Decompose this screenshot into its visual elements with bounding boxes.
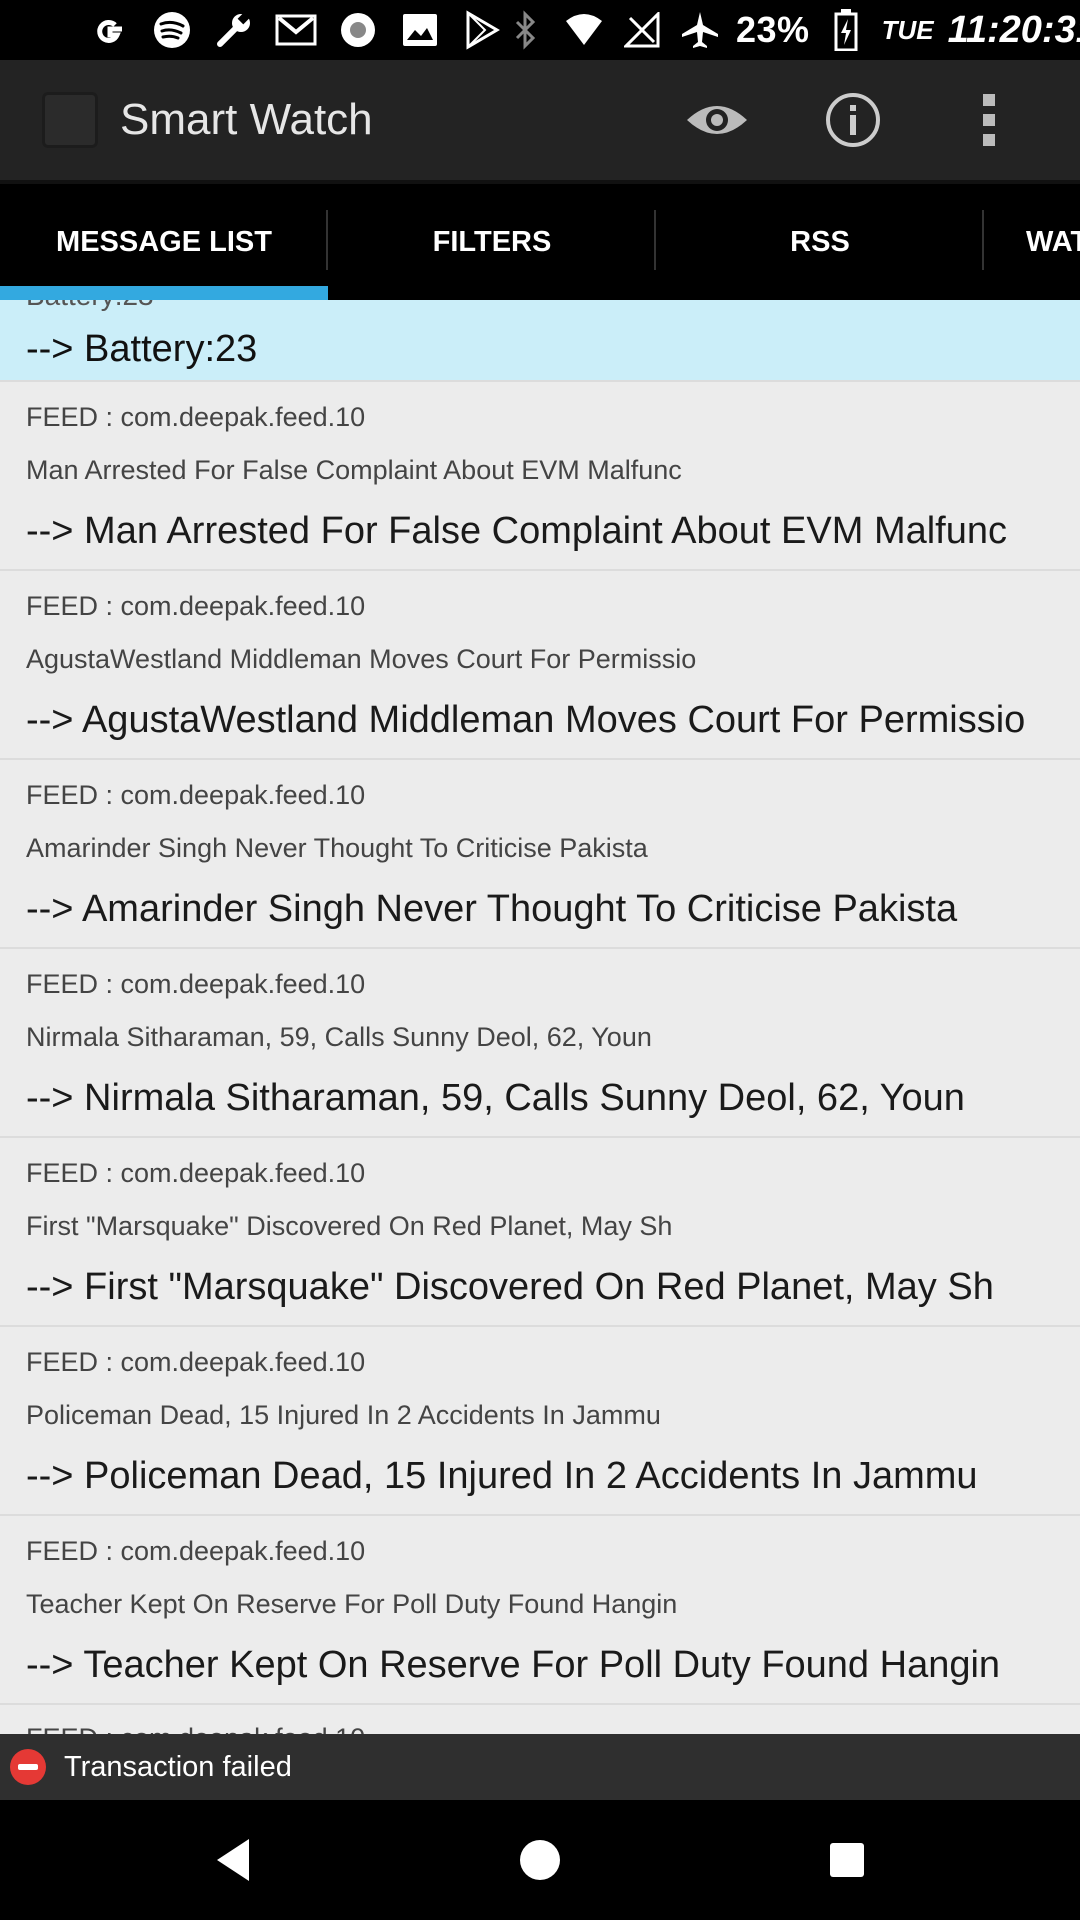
app-bar: Smart Watch (0, 60, 1080, 184)
message-list[interactable]: Battery:23 --> Battery:23 FEED : com.dee… (0, 300, 1080, 1734)
list-item[interactable]: Battery:23 --> Battery:23 (0, 300, 1080, 382)
list-item[interactable]: FEED : com.deepak.feed.10 First "Marsqua… (0, 1138, 1080, 1327)
list-item[interactable]: FEED : com.deepak.feed.10 Nirmala Sithar… (0, 949, 1080, 1138)
battery-charging-icon (824, 8, 868, 52)
snackbar: Transaction failed (0, 1734, 1080, 1800)
list-item[interactable]: FEED : com.deepak.feed.10 AgustaWestland… (0, 571, 1080, 760)
active-tab-indicator (0, 286, 328, 300)
list-item-main: --> Battery:23 (26, 328, 258, 370)
list-item-feed: FEED : com.deepak.feed.10 (26, 969, 366, 999)
record-icon (336, 8, 380, 52)
list-item-feed: FEED : com.deepak.feed.10 (26, 1347, 366, 1377)
tab-filters[interactable]: FILTERS (328, 184, 656, 300)
tab-label: FILTERS (432, 225, 552, 258)
list-item[interactable]: FEED : com.deepak.feed.10 Policeman Dead… (0, 1327, 1080, 1516)
list-item-subtitle: Policeman Dead, 15 Injured In 2 Accident… (26, 1400, 661, 1430)
list-item-main: --> Policeman Dead, 15 Injured In 2 Acci… (26, 1455, 978, 1497)
app-title: Smart Watch (120, 95, 373, 144)
list-item-subtitle: Amarinder Singh Never Thought To Critici… (26, 833, 648, 863)
status-bar: 23% TUE 11:20:31 (0, 0, 1080, 60)
list-item[interactable]: FEED : com.deepak.feed.10 Teacher Kept O… (0, 1516, 1080, 1705)
tab-message-list[interactable]: MESSAGE LIST (0, 184, 328, 300)
info-icon[interactable] (808, 75, 898, 165)
image-icon (398, 8, 442, 52)
wrench-icon (212, 8, 256, 52)
list-item-feed: FEED : com.deepak.feed.10 (26, 402, 366, 432)
home-icon[interactable] (495, 1815, 585, 1905)
list-item-main: --> Nirmala Sitharaman, 59, Calls Sunny … (26, 1077, 965, 1119)
back-icon[interactable] (188, 1815, 278, 1905)
bluetooth-icon (504, 8, 548, 52)
list-item-main: --> Teacher Kept On Reserve For Poll Dut… (26, 1644, 1001, 1686)
navigation-bar (0, 1800, 1080, 1920)
status-time: 11:20:31 (947, 8, 1080, 51)
list-item-feed: FEED : com.deepak.feed.10 (26, 1158, 366, 1188)
tab-watch[interactable]: WAT (984, 184, 1080, 300)
eye-icon[interactable] (672, 75, 762, 165)
list-item[interactable]: FEED : com.deepak.feed.10 (0, 1705, 1080, 1734)
list-item-subtitle: Teacher Kept On Reserve For Poll Duty Fo… (26, 1589, 678, 1619)
list-item-main: --> AgustaWestland Middleman Moves Court… (26, 699, 1026, 741)
tab-label: MESSAGE LIST (56, 225, 272, 258)
list-item-feed: FEED : com.deepak.feed.10 (26, 1705, 1054, 1734)
battery-percent: 23% (736, 9, 810, 50)
list-item-subtitle: Man Arrested For False Complaint About E… (26, 455, 682, 485)
airplane-icon (678, 8, 722, 52)
gmail-icon (274, 8, 318, 52)
list-item[interactable]: FEED : com.deepak.feed.10 Amarinder Sing… (0, 760, 1080, 949)
list-item-subtitle: AgustaWestland Middleman Moves Court For… (26, 644, 697, 674)
list-item-feed: FEED : com.deepak.feed.10 (26, 1536, 366, 1566)
list-item-feed: FEED : com.deepak.feed.10 (26, 591, 366, 621)
tab-label: RSS (790, 225, 850, 258)
tab-label: WAT (1026, 225, 1080, 258)
list-item-main: --> Man Arrested For False Complaint Abo… (26, 510, 1008, 552)
wifi-icon (562, 8, 606, 52)
list-item[interactable]: FEED : com.deepak.feed.10 Man Arrested F… (0, 382, 1080, 571)
list-item-feed: FEED : com.deepak.feed.10 (26, 780, 366, 810)
no-signal-icon (620, 8, 664, 52)
list-item-subtitle: First "Marsquake" Discovered On Red Plan… (26, 1211, 673, 1241)
tab-rss[interactable]: RSS (656, 184, 984, 300)
spotify-icon (150, 8, 194, 52)
play-store-icon (460, 8, 504, 52)
list-item-main: --> First "Marsquake" Discovered On Red … (26, 1266, 994, 1308)
error-icon (10, 1749, 46, 1785)
recents-icon[interactable] (802, 1815, 892, 1905)
list-item-main: --> Amarinder Singh Never Thought To Cri… (26, 888, 958, 930)
google-icon (88, 8, 132, 52)
status-day: TUE (881, 14, 934, 45)
list-item-subtitle: Nirmala Sitharaman, 59, Calls Sunny Deol… (26, 1022, 652, 1052)
list-item-partial-text: Battery:23 (26, 300, 154, 312)
overflow-menu-icon[interactable] (944, 75, 1034, 165)
app-logo (42, 92, 98, 148)
tab-bar: MESSAGE LIST FILTERS RSS WAT (0, 184, 1080, 300)
snackbar-message: Transaction failed (64, 1750, 292, 1783)
